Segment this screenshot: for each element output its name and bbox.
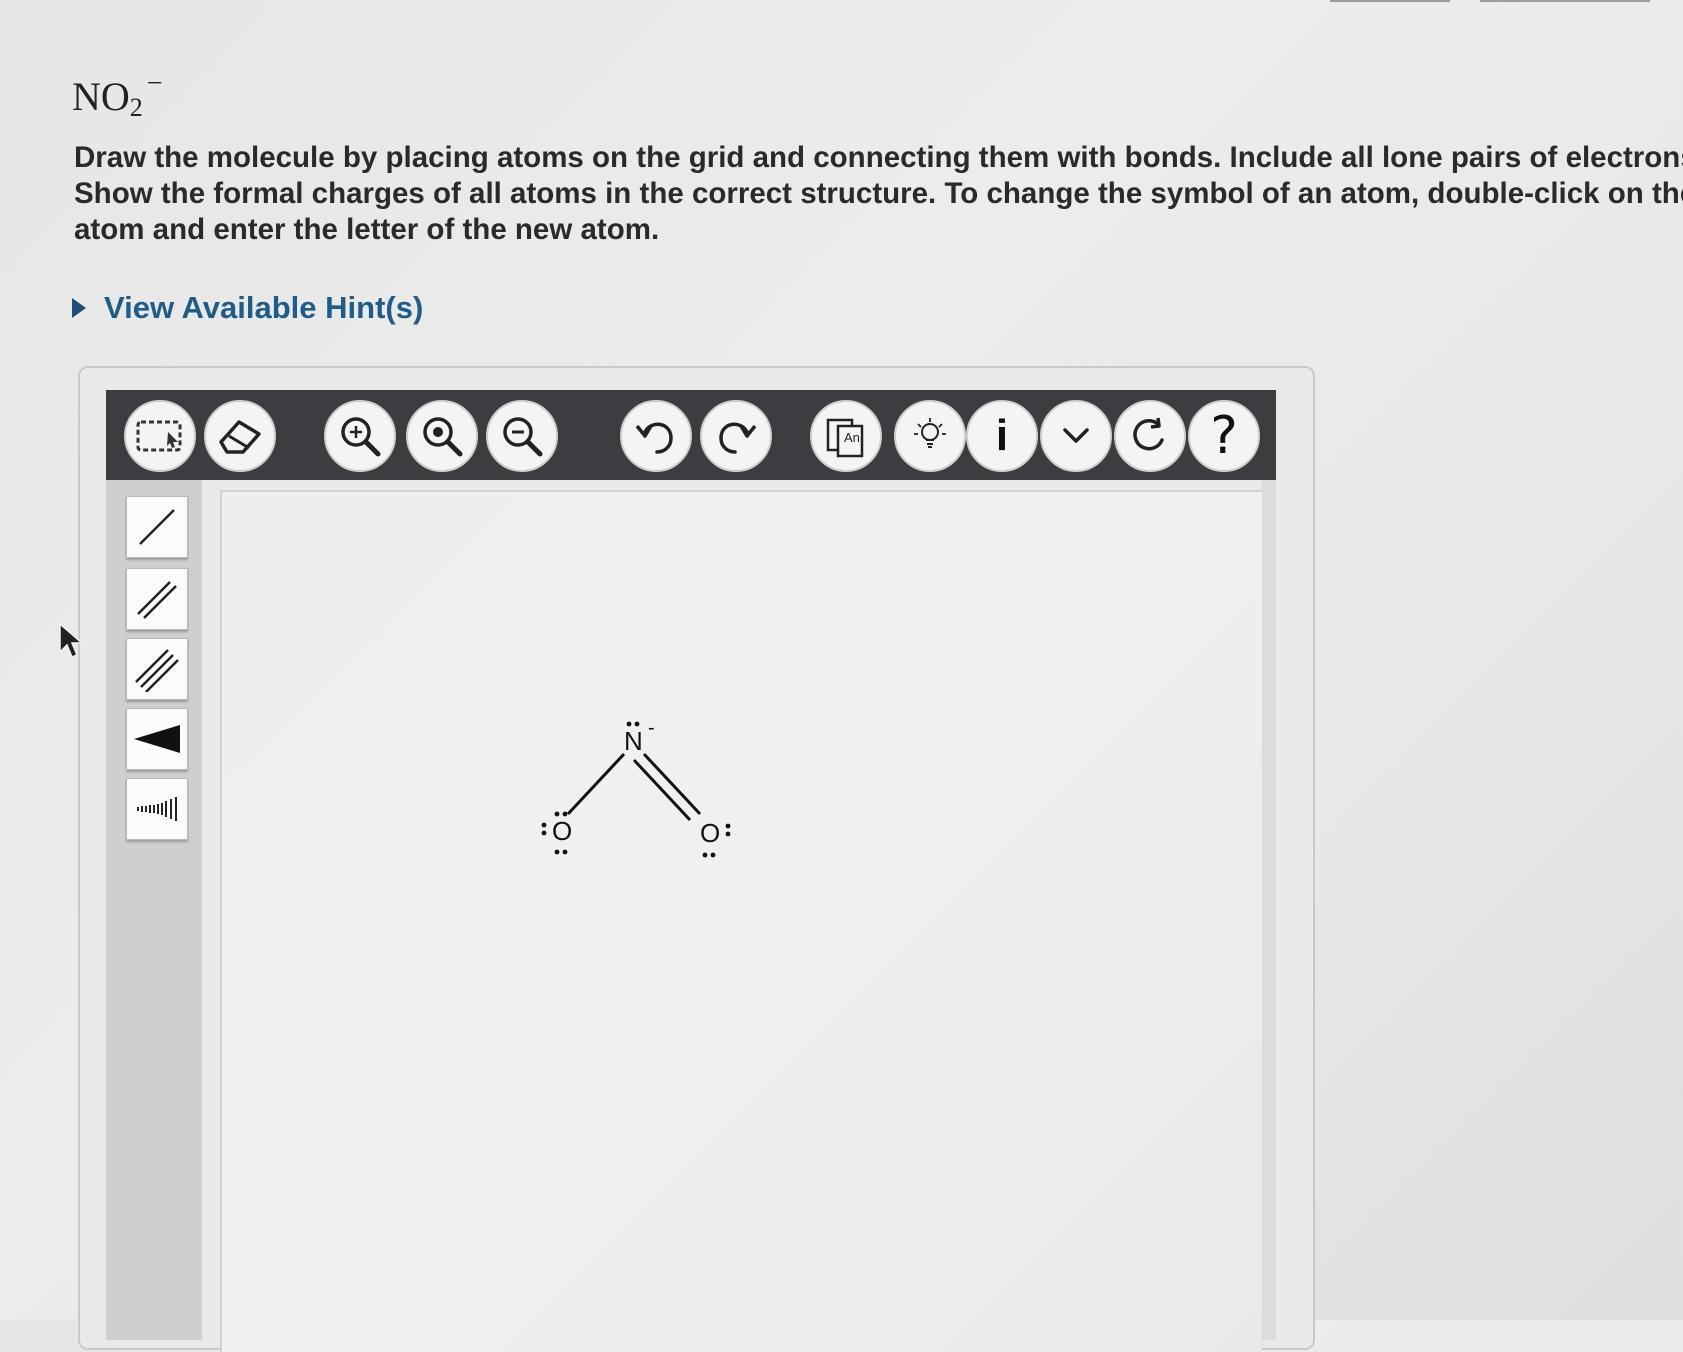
drawing-toolbar: An i ? — [106, 390, 1276, 480]
templates-button[interactable]: An — [810, 400, 882, 472]
view-hints-label: View Available Hint(s) — [104, 290, 424, 325]
oxygen-left-lone-pair-dot — [554, 811, 560, 817]
atom-oxygen-right[interactable]: O — [700, 818, 720, 848]
undo-button[interactable] — [620, 400, 692, 472]
formula-charge: − — [146, 68, 163, 99]
formula-subscript: 2 — [129, 93, 143, 122]
redo-button[interactable] — [700, 400, 772, 472]
canvas-scroll-edge[interactable] — [1262, 480, 1276, 1340]
double-bond-icon — [137, 581, 177, 619]
triple-bond-tool[interactable] — [126, 638, 188, 700]
lightbulb-icon — [914, 418, 946, 448]
header-divider — [1330, 0, 1450, 2]
oxygen-right-lone-pair-dot — [725, 823, 731, 829]
oxygen-left-lone-pair-dot — [554, 849, 560, 855]
oxygen-left-lone-pair-dot — [541, 822, 547, 828]
zoom-out-icon — [503, 417, 543, 457]
select-tool-button[interactable] — [124, 400, 196, 472]
templates-label: An — [844, 430, 860, 445]
oxygen-right-lone-pair-dot — [702, 852, 708, 858]
wedge-bond-tool[interactable] — [126, 708, 188, 770]
double-bond-n-o-outer[interactable] — [642, 752, 702, 816]
redo-icon — [719, 422, 757, 454]
mouse-pointer-icon — [59, 622, 85, 658]
nitrogen-lone-pair-dot — [626, 721, 632, 727]
hash-bond-tool[interactable] — [126, 778, 188, 840]
periodic-table-link-underline[interactable] — [1480, 0, 1650, 2]
zoom-fit-icon — [423, 417, 463, 457]
hash-bond-icon — [137, 797, 177, 821]
oxygen-left-lone-pair-dot — [562, 849, 568, 855]
instructions-line-1: Draw the molecule by placing atoms on th… — [74, 141, 1683, 174]
single-bond-icon — [139, 509, 175, 545]
question-formula: NO2− — [72, 68, 163, 123]
oxygen-right-lone-pair-dot — [725, 831, 731, 837]
formula-base: NO — [72, 74, 130, 119]
wedge-bond-icon — [134, 725, 180, 753]
erase-tool-button[interactable] — [204, 400, 276, 472]
expand-triangle-icon — [72, 298, 86, 318]
atom-nitrogen[interactable]: N — [624, 726, 643, 756]
oxygen-left-lone-pair-dot — [541, 830, 547, 836]
nitrogen-formal-charge: - — [648, 717, 655, 739]
single-bond-n-o[interactable] — [566, 752, 626, 816]
bond-tool-sidebar — [106, 480, 202, 1340]
zoom-reset-button[interactable] — [406, 400, 478, 472]
marquee-select-icon — [136, 420, 182, 452]
single-bond-tool[interactable] — [126, 496, 188, 558]
oxygen-left-lone-pair-dot — [562, 811, 568, 817]
info-icon: i — [995, 411, 1009, 460]
nitrogen-lone-pair-dot — [634, 721, 640, 727]
zoom-in-button[interactable] — [324, 400, 396, 472]
clean-structure-button[interactable] — [894, 400, 966, 472]
undo-icon — [635, 422, 673, 454]
double-bond-tool[interactable] — [126, 568, 188, 630]
question-icon: ? — [1210, 406, 1238, 466]
more-button[interactable] — [1040, 400, 1112, 472]
atom-oxygen-left[interactable]: O — [552, 816, 572, 846]
chevron-down-icon — [1063, 428, 1089, 443]
oxygen-right-lone-pair-dot — [710, 852, 716, 858]
help-button[interactable]: ? — [1188, 400, 1260, 472]
instructions-line-3: atom and enter the letter of the new ato… — [74, 213, 660, 246]
view-hints-link[interactable]: View Available Hint(s) — [72, 290, 423, 326]
triple-bond-icon — [135, 649, 179, 692]
eraser-icon — [219, 420, 261, 454]
zoom-in-icon — [341, 417, 381, 457]
zoom-out-button[interactable] — [486, 400, 558, 472]
instructions-line-2: Show the formal charges of all atoms in … — [74, 177, 1683, 210]
info-button[interactable]: i — [966, 400, 1038, 472]
double-bond-n-o-inner[interactable] — [632, 758, 692, 822]
drawing-canvas[interactable] — [220, 490, 1262, 1352]
no2-structure: N - O O — [541, 717, 731, 858]
question-instructions: Draw the molecule by placing atoms on th… — [74, 140, 1683, 248]
reset-button[interactable] — [1114, 400, 1186, 472]
reset-icon — [1133, 417, 1164, 451]
